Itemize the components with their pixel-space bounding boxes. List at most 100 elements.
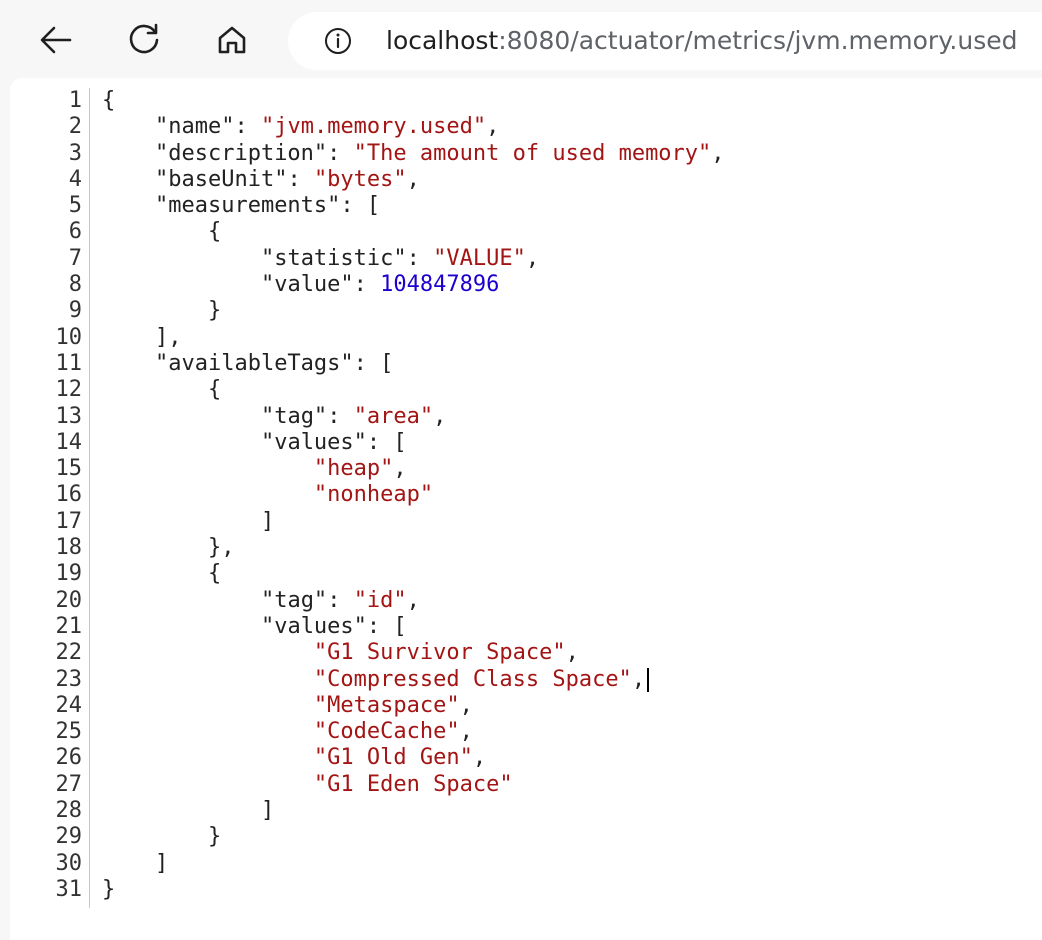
line-number: 11 xyxy=(55,350,83,376)
code-text[interactable]: "value": 104847896 xyxy=(102,272,499,298)
line-number: 12 xyxy=(55,377,83,403)
json-key: "statistic" xyxy=(260,245,407,271)
arrow-left-icon xyxy=(40,26,72,54)
json-punctuation: : xyxy=(287,166,314,192)
json-key: "measurements" xyxy=(154,193,341,219)
code-text[interactable]: "G1 Survivor Space", xyxy=(102,640,579,666)
line-number: 25 xyxy=(55,719,83,745)
json-string: "Compressed Class Space" xyxy=(313,666,632,692)
code-text[interactable]: } xyxy=(102,298,221,324)
json-punctuation xyxy=(102,141,155,166)
code-text[interactable]: "name": "jvm.memory.used", xyxy=(102,114,499,140)
line-number: 19 xyxy=(55,561,83,587)
code-text[interactable]: "measurements": [ xyxy=(102,193,380,219)
json-punctuation: , xyxy=(406,587,420,613)
code-text[interactable]: "values": [ xyxy=(102,430,407,456)
json-punctuation: } xyxy=(102,876,116,902)
json-punctuation: : [ xyxy=(353,350,394,376)
json-punctuation: { xyxy=(102,88,116,113)
code-text[interactable]: "nonheap" xyxy=(102,482,433,508)
json-punctuation xyxy=(102,693,314,718)
json-string: "bytes" xyxy=(313,166,407,192)
json-punctuation xyxy=(102,351,155,376)
code-text[interactable]: "Compressed Class Space", xyxy=(102,666,650,693)
back-button[interactable] xyxy=(34,18,78,62)
json-punctuation: , xyxy=(433,403,447,429)
code-text[interactable]: "CodeCache", xyxy=(102,719,473,745)
json-punctuation: ] xyxy=(102,850,169,876)
json-punctuation xyxy=(102,719,314,744)
code-text[interactable]: "description": "The amount of used memor… xyxy=(102,141,725,167)
json-viewer: 1 {2 "name": "jvm.memory.used", 3 "descrip… xyxy=(10,78,1042,940)
json-punctuation xyxy=(102,456,314,481)
json-number: 104847896 xyxy=(380,272,500,298)
json-key: "baseUnit" xyxy=(154,166,288,192)
line-number: 22 xyxy=(55,640,83,666)
code-text[interactable]: { xyxy=(102,561,221,587)
line-number: 21 xyxy=(55,613,83,639)
url-host: localhost xyxy=(386,26,499,55)
code-text[interactable]: "heap", xyxy=(102,456,407,482)
code-text[interactable]: "values": [ xyxy=(102,614,407,640)
json-punctuation xyxy=(102,272,261,297)
code-text[interactable]: { xyxy=(102,377,221,403)
code-text[interactable]: { xyxy=(102,88,115,114)
line-number: 31 xyxy=(55,876,83,902)
json-string: "G1 Survivor Space" xyxy=(313,640,566,666)
url-text[interactable]: localhost:8080/actuator/metrics/jvm.memo… xyxy=(386,25,1018,57)
line-number: 14 xyxy=(55,429,83,455)
code-text[interactable]: { xyxy=(102,219,221,245)
code-text[interactable]: "Metaspace", xyxy=(102,693,473,719)
reload-icon xyxy=(129,23,159,54)
code-text[interactable]: "G1 Old Gen", xyxy=(102,745,486,771)
json-punctuation xyxy=(102,430,261,455)
json-string: "G1 Eden Space" xyxy=(313,771,513,797)
home-button[interactable] xyxy=(210,18,254,62)
json-punctuation: { xyxy=(102,219,222,245)
line-number: 24 xyxy=(55,692,83,718)
code-text[interactable]: "statistic": "VALUE", xyxy=(102,246,539,272)
code-text[interactable]: "baseUnit": "bytes", xyxy=(102,167,420,193)
json-string: "Metaspace" xyxy=(313,692,460,718)
json-punctuation: { xyxy=(102,377,222,403)
line-number: 23 xyxy=(55,666,83,692)
json-key: "values" xyxy=(260,429,367,455)
code-text[interactable]: "availableTags": [ xyxy=(102,351,393,377)
text-cursor xyxy=(647,667,650,692)
json-string: "heap" xyxy=(313,456,394,482)
json-punctuation xyxy=(102,588,261,613)
json-punctuation xyxy=(102,246,261,271)
code-text[interactable]: } xyxy=(102,877,115,903)
json-punctuation: , xyxy=(631,666,646,692)
code-text[interactable]: ], xyxy=(102,324,182,351)
home-icon xyxy=(218,26,246,54)
code-text[interactable]: ] xyxy=(102,509,274,535)
code-text[interactable]: "G1 Eden Space" xyxy=(102,772,513,798)
code-text[interactable]: "tag": "area", xyxy=(102,404,446,430)
code-text[interactable]: } xyxy=(102,824,221,850)
gutter-divider xyxy=(89,88,90,908)
json-punctuation xyxy=(102,167,155,192)
line-number: 4 xyxy=(68,166,82,192)
address-bar[interactable]: localhost:8080/actuator/metrics/jvm.memo… xyxy=(288,12,1042,70)
json-punctuation xyxy=(102,745,314,770)
code-text[interactable]: ] xyxy=(102,851,168,877)
json-key: "value" xyxy=(260,272,354,298)
json-punctuation xyxy=(102,404,261,429)
json-punctuation xyxy=(102,193,155,218)
json-punctuation: , xyxy=(406,166,420,192)
json-punctuation: { xyxy=(102,561,222,587)
json-punctuation: ], xyxy=(102,324,182,350)
line-number: 9 xyxy=(68,298,82,324)
json-string: "G1 Old Gen" xyxy=(313,745,473,771)
json-punctuation xyxy=(102,772,314,797)
code-text[interactable]: ] xyxy=(102,798,274,824)
json-punctuation: : [ xyxy=(366,429,407,455)
json-string: "area" xyxy=(353,403,434,429)
reload-button[interactable] xyxy=(122,18,166,62)
line-number: 29 xyxy=(55,824,83,850)
code-text[interactable]: "tag": "id", xyxy=(102,588,420,614)
info-icon[interactable] xyxy=(324,27,352,55)
line-number: 17 xyxy=(55,508,83,534)
code-text[interactable]: }, xyxy=(102,535,235,561)
